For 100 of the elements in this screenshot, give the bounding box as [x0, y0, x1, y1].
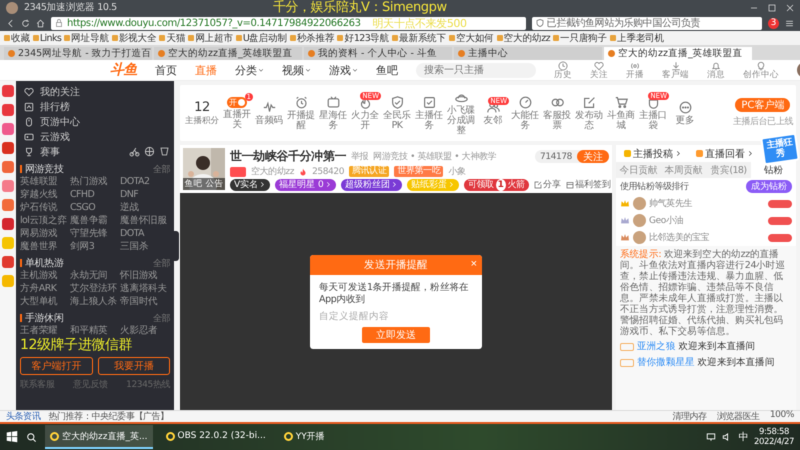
sign-in-link[interactable]: 福利签到 [566, 178, 611, 191]
follow-widget[interactable]: 714178 关注 [535, 150, 609, 163]
send-button[interactable]: 立即发送 [362, 326, 430, 342]
notice-field[interactable]: 已拦截钓鱼网站为乐购中国公司负责 [532, 16, 762, 30]
browser-tab[interactable]: 空大的幼zz直播_英雄联盟直 [604, 47, 752, 60]
join-button[interactable]: 成为钻粉 [746, 180, 792, 193]
nav-link[interactable]: 鱼吧 [376, 62, 398, 78]
tool-item[interactable]: 全民乐PK [381, 96, 413, 130]
category-link[interactable]: CFHD [70, 189, 120, 201]
status-tool[interactable]: 清理内存 [672, 410, 707, 423]
header-action[interactable]: 创作中心 [743, 60, 780, 80]
bookmark-item[interactable]: U盘启动制 [236, 32, 287, 44]
category-link[interactable]: 剑网3 [70, 241, 120, 253]
category-link[interactable]: 魔兽世界 [20, 241, 70, 253]
user-avatar[interactable] [633, 197, 646, 210]
notification-count[interactable]: 3 [768, 18, 779, 28]
pc-client-button[interactable]: PC客户端 [735, 98, 790, 112]
header-action[interactable]: 开播 [626, 60, 644, 80]
category-link[interactable]: 海上狼人杀 [70, 296, 120, 308]
bookmark-item[interactable]: 好123导航 [337, 32, 389, 44]
category-link[interactable]: 逃离塔科夫 [120, 283, 170, 295]
user-avatar[interactable] [6, 2, 18, 14]
channel-icon[interactable] [2, 85, 14, 97]
nav-link[interactable]: 游戏 [329, 62, 358, 78]
category-link[interactable]: DNF [120, 189, 170, 201]
channel-icon[interactable] [2, 199, 14, 211]
input-method[interactable]: 中 [738, 430, 748, 444]
channel-icon[interactable] [2, 104, 14, 116]
feature-pill[interactable]: V实名 [230, 178, 270, 190]
category-link[interactable]: 艾尔登法环 [70, 283, 120, 295]
ad-text[interactable]: 热门推荐：中央纪委事【广告】 [48, 410, 169, 423]
category-link[interactable]: 网易游戏 [20, 228, 70, 240]
bookmark-item[interactable]: 收藏 [4, 32, 30, 44]
search-field[interactable]: 搜索一只主播 [416, 62, 536, 78]
feature-pill[interactable]: 福星明星 0 [275, 178, 336, 190]
taskbar-button[interactable]: OBS 22.0.2 (32-bi... [160, 425, 271, 449]
site-logo[interactable]: 斗鱼 [110, 61, 138, 79]
category-link[interactable]: 大型单机 [20, 296, 70, 308]
bookmark-item[interactable]: 影视大全 [112, 32, 156, 44]
streamer-name[interactable]: 空大的幼zz [251, 165, 294, 178]
sidebar-item[interactable]: 赛事 [20, 144, 64, 159]
rocket-claim[interactable]: 可领取 1 火箭 [464, 178, 529, 190]
panel-tab[interactable]: 钻粉 [751, 162, 796, 178]
header-action[interactable]: 消息 [707, 60, 726, 80]
category-link[interactable]: 方舟ARK [20, 283, 70, 295]
panel-tab[interactable]: 贵宾(18) [706, 162, 751, 178]
video-player[interactable]: 发送开播提醒 × 每天可发送1条开播提醒，粉丝将在App内收到 自定义提醒内容 立即发送 [180, 193, 612, 410]
user-name[interactable]: 帅气英先生 [649, 197, 692, 210]
taskbar-button[interactable]: 空大的幼zz直播_英... [45, 425, 153, 449]
clock-date[interactable]: 2022/4/27 [754, 437, 794, 447]
category-link[interactable]: CSGO [70, 202, 120, 214]
bookmark-item[interactable]: 秒杀推荐 [290, 32, 334, 44]
address-bar[interactable]: https://www.douyu.com/12371057?_v=0.14717984922066263 明天十点不来发500 [51, 16, 526, 30]
taskbar-button[interactable]: YY开播 [278, 425, 330, 449]
category-link[interactable]: 守望先锋 [70, 228, 120, 240]
avatar-link[interactable]: 公告 [206, 178, 224, 190]
category-link[interactable]: 炉石传说 [20, 202, 70, 214]
tool-item[interactable]: 客服投票 [541, 96, 573, 130]
tool-item[interactable]: 发布动态 [573, 96, 605, 130]
sidebar-item[interactable]: 云游戏 [20, 129, 74, 144]
tool-item[interactable]: 大能任务 [509, 96, 541, 130]
tool-item[interactable]: 开播提醒 [285, 96, 317, 130]
tool-item[interactable]: 斗鱼商城 [605, 96, 637, 130]
status-tool[interactable]: 浏览器医生 [716, 410, 760, 423]
channel-icon[interactable] [2, 142, 14, 154]
collapse-handle[interactable] [173, 231, 179, 261]
panel-link[interactable]: 主播投稿 [624, 146, 682, 160]
bookmark-item[interactable]: 网址导航 [64, 32, 109, 44]
tool-item[interactable]: 小飞碟分成调整 [445, 90, 477, 136]
header-action[interactable]: 客户端 [662, 60, 690, 80]
category-path[interactable]: 网游竞技 • 英雄联盟 • 大神教学 [373, 150, 496, 163]
category-link[interactable]: 主机游戏 [20, 270, 70, 282]
category-link[interactable]: 和平精英 [70, 325, 120, 337]
category-link[interactable]: 怀旧游戏 [120, 270, 170, 282]
sidebar-item[interactable]: 页游中心 [20, 114, 84, 129]
user-name[interactable]: 比邻选美的宝宝 [649, 231, 710, 244]
bookmark-item[interactable]: 上季老司机 [610, 32, 664, 44]
tool-item[interactable]: 音频码 [253, 100, 285, 126]
sidebar-item[interactable]: 排行榜 [20, 99, 74, 114]
browser-tab[interactable]: 空大的幼zz直播_英雄联盟直 [154, 47, 302, 60]
category-link[interactable]: 永劫无间 [70, 270, 120, 282]
panel-link[interactable]: 直播回看 [696, 146, 754, 160]
chat-user[interactable]: 替你撒颗星星 [637, 356, 695, 369]
category-link[interactable]: 魔兽怀旧服 [120, 215, 170, 227]
panel-tab[interactable]: 今日贡献 [616, 162, 661, 178]
more-link[interactable]: 全部 [152, 256, 170, 270]
category-link[interactable]: 英雄联盟 [20, 176, 70, 188]
header-action[interactable]: 历史 [554, 60, 572, 80]
channel-icon[interactable] [2, 180, 14, 192]
sidebar-button[interactable]: 客户端打开 [20, 357, 92, 375]
user-avatar[interactable] [633, 214, 646, 227]
header-action[interactable]: 关注 [590, 60, 608, 80]
nav-link[interactable]: 首页 [155, 62, 178, 78]
bookmark-item[interactable]: 空大如何 [449, 32, 494, 44]
category-link[interactable]: 三国杀 [120, 241, 170, 253]
more-link[interactable]: 全部 [152, 312, 170, 324]
bookmark-item[interactable]: 空大的幼zz [496, 32, 550, 44]
bookmark-item[interactable]: Links [32, 32, 62, 44]
avatar-link[interactable]: 鱼吧 [184, 178, 202, 190]
category-link[interactable]: 热门游戏 [70, 176, 120, 188]
